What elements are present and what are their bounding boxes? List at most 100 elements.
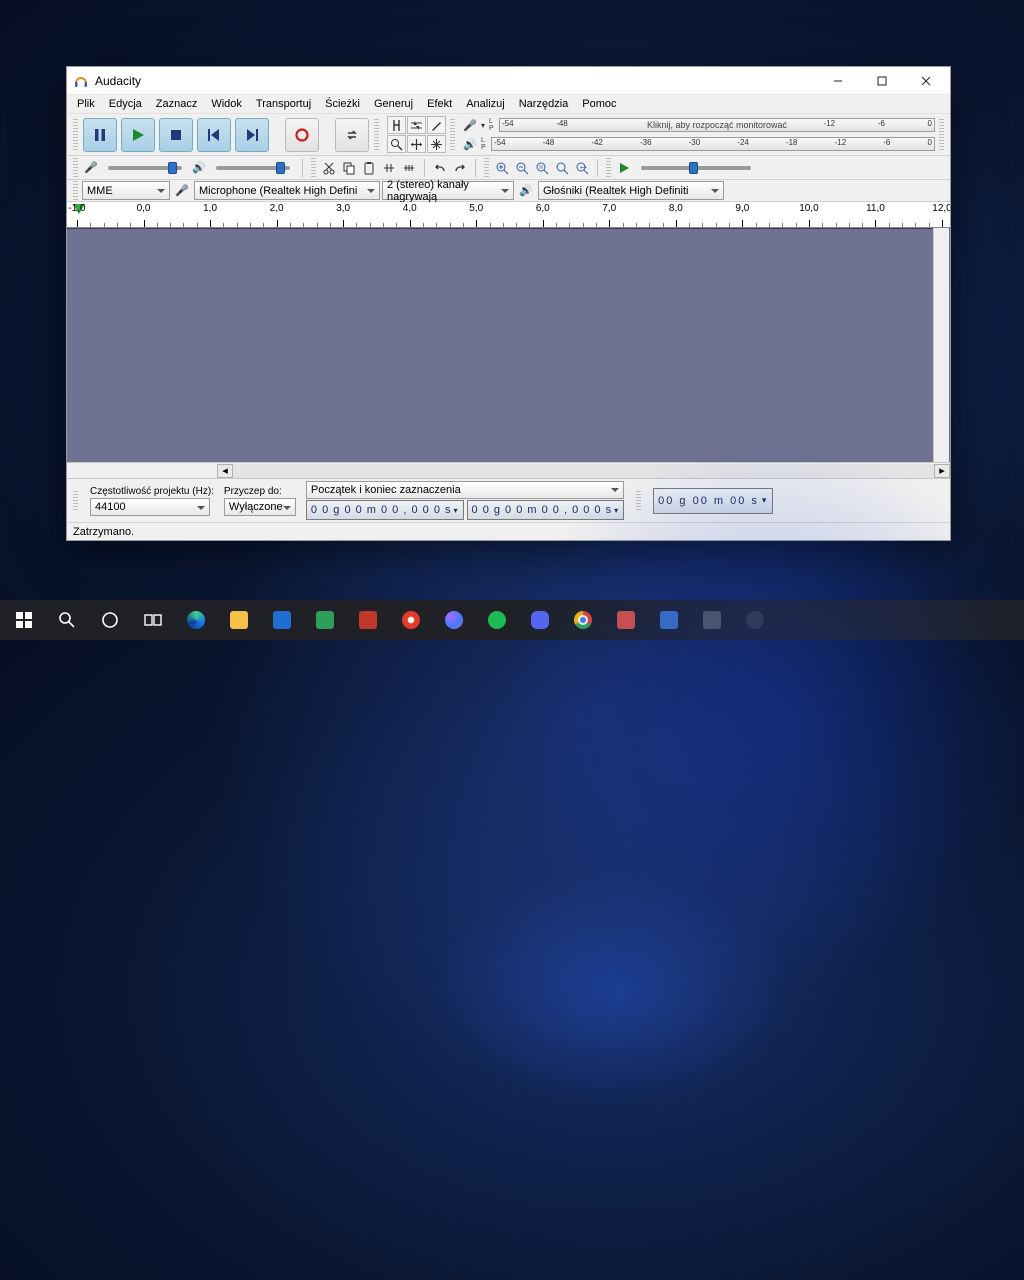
recording-meter[interactable]: -54-48-12-60 Kliknij, aby rozpocząć moni… <box>499 118 935 132</box>
status-text: Zatrzymano. <box>73 526 134 538</box>
timeline-ruler[interactable]: -1,00,01,02,03,04,05,06,07,08,09,010,011… <box>67 202 950 228</box>
play-button[interactable] <box>121 118 155 152</box>
title-bar: Audacity <box>67 67 950 95</box>
grip-icon[interactable] <box>484 158 489 178</box>
grip-icon[interactable] <box>73 158 78 178</box>
stop-button[interactable] <box>159 118 193 152</box>
zoom-out-button[interactable] <box>513 159 531 177</box>
selection-tool[interactable] <box>387 116 406 134</box>
playback-speed-slider[interactable] <box>641 166 751 170</box>
grip-icon[interactable] <box>606 158 611 178</box>
redo-button[interactable] <box>451 159 469 177</box>
device-toolbar: MME 🎤 Microphone (Realtek High Defini 2 … <box>67 180 950 202</box>
cut-button[interactable] <box>320 159 338 177</box>
horizontal-scrollbar[interactable]: ◂ ▸ <box>67 462 950 478</box>
taskbar-app-icon[interactable] <box>692 600 732 640</box>
recording-volume-slider[interactable] <box>108 166 182 170</box>
grip-icon[interactable] <box>450 119 455 151</box>
grip-icon[interactable] <box>73 491 78 511</box>
menu-analizuj[interactable]: Analizuj <box>460 97 511 111</box>
play-at-speed-button[interactable] <box>615 159 633 177</box>
scroll-left-button[interactable]: ◂ <box>217 464 233 478</box>
maximize-button[interactable] <box>860 67 904 95</box>
silence-button[interactable] <box>400 159 418 177</box>
edge-icon[interactable] <box>176 600 216 640</box>
close-button[interactable] <box>904 67 948 95</box>
messenger-icon[interactable] <box>434 600 474 640</box>
selection-end-time[interactable]: 0 0 g 0 0 m 0 0 , 0 0 0 s▾ <box>467 500 625 520</box>
fit-selection-button[interactable] <box>533 159 551 177</box>
paste-button[interactable] <box>360 159 378 177</box>
taskbar-app-icon[interactable] <box>735 600 775 640</box>
status-bar: Zatrzymano. <box>67 522 950 540</box>
menu-plik[interactable]: Plik <box>71 97 101 111</box>
grip-icon[interactable] <box>636 491 641 511</box>
cortana-icon[interactable] <box>90 600 130 640</box>
recording-device-select[interactable]: Microphone (Realtek High Defini <box>194 181 380 200</box>
ruler-tick: 0,0 <box>144 202 158 227</box>
grip-icon[interactable] <box>311 158 316 178</box>
store-icon[interactable] <box>262 600 302 640</box>
zoom-toggle-button[interactable]: ↔ <box>573 159 591 177</box>
snap-to-select[interactable]: Wyłączone <box>224 498 296 516</box>
start-button[interactable] <box>4 600 44 640</box>
ruler-tick: 10,0 <box>809 202 828 227</box>
monitor-hint: Kliknij, aby rozpocząć monitorować <box>647 120 787 130</box>
menu-widok[interactable]: Widok <box>205 97 248 111</box>
speaker-icon: 🔊 <box>463 138 477 151</box>
zoom-tool[interactable] <box>387 135 406 153</box>
track-area[interactable] <box>67 228 950 462</box>
playback-meter[interactable]: -54-48-42-36-30-24-18-12-60 <box>491 137 935 151</box>
taskbar-app-icon[interactable] <box>348 600 388 640</box>
menu-zaznacz[interactable]: Zaznacz <box>150 97 204 111</box>
playback-volume-slider[interactable] <box>216 166 290 170</box>
selection-mode-select[interactable]: Początek i koniec zaznaczenia <box>306 481 624 499</box>
grip-icon[interactable] <box>73 181 78 201</box>
menu-sciezki[interactable]: Ścieżki <box>319 97 366 111</box>
taskbar-app-icon[interactable] <box>606 600 646 640</box>
explorer-icon[interactable] <box>219 600 259 640</box>
menu-efekt[interactable]: Efekt <box>421 97 458 111</box>
ruler-tick: 3,0 <box>343 202 357 227</box>
menu-pomoc[interactable]: Pomoc <box>576 97 622 111</box>
search-icon[interactable] <box>47 600 87 640</box>
menu-transportuj[interactable]: Transportuj <box>250 97 317 111</box>
vertical-scrollbar[interactable] <box>933 228 949 462</box>
skip-end-button[interactable] <box>235 118 269 152</box>
spotify-icon[interactable] <box>477 600 517 640</box>
scroll-right-button[interactable]: ▸ <box>934 464 950 478</box>
timeshift-tool[interactable] <box>407 135 426 153</box>
fit-project-button[interactable] <box>553 159 571 177</box>
mic-icon: 🎤 <box>463 119 477 132</box>
skip-start-button[interactable] <box>197 118 231 152</box>
recording-channels-select[interactable]: 2 (stereo) kanały nagrywają <box>382 181 514 200</box>
grip-icon[interactable] <box>73 119 78 151</box>
calculator-icon[interactable] <box>649 600 689 640</box>
grip-icon[interactable] <box>374 119 379 151</box>
menu-generuj[interactable]: Generuj <box>368 97 419 111</box>
project-rate-select[interactable]: 44100 <box>90 498 210 516</box>
zoom-in-button[interactable] <box>493 159 511 177</box>
undo-button[interactable] <box>431 159 449 177</box>
pause-button[interactable] <box>83 118 117 152</box>
taskbar-app-icon[interactable] <box>305 600 345 640</box>
minimize-button[interactable] <box>816 67 860 95</box>
audio-position-time[interactable]: 00 g 00 m 00 s▾ <box>653 488 773 514</box>
audio-host-select[interactable]: MME <box>82 181 170 200</box>
envelope-tool[interactable] <box>407 116 426 134</box>
selection-start-time[interactable]: 0 0 g 0 0 m 0 0 , 0 0 0 s▾ <box>306 500 464 520</box>
trim-button[interactable] <box>380 159 398 177</box>
chrome-icon[interactable] <box>563 600 603 640</box>
grip-icon[interactable] <box>939 119 944 151</box>
menu-edycja[interactable]: Edycja <box>103 97 148 111</box>
copy-button[interactable] <box>340 159 358 177</box>
discord-icon[interactable] <box>520 600 560 640</box>
playback-device-select[interactable]: Głośniki (Realtek High Definiti <box>538 181 724 200</box>
record-button[interactable] <box>285 118 319 152</box>
task-view-icon[interactable] <box>133 600 173 640</box>
loop-button[interactable] <box>335 118 369 152</box>
opera-icon[interactable] <box>391 600 431 640</box>
menu-narzedzia[interactable]: Narzędzia <box>513 97 575 111</box>
draw-tool[interactable] <box>427 116 446 134</box>
multi-tool[interactable] <box>427 135 446 153</box>
